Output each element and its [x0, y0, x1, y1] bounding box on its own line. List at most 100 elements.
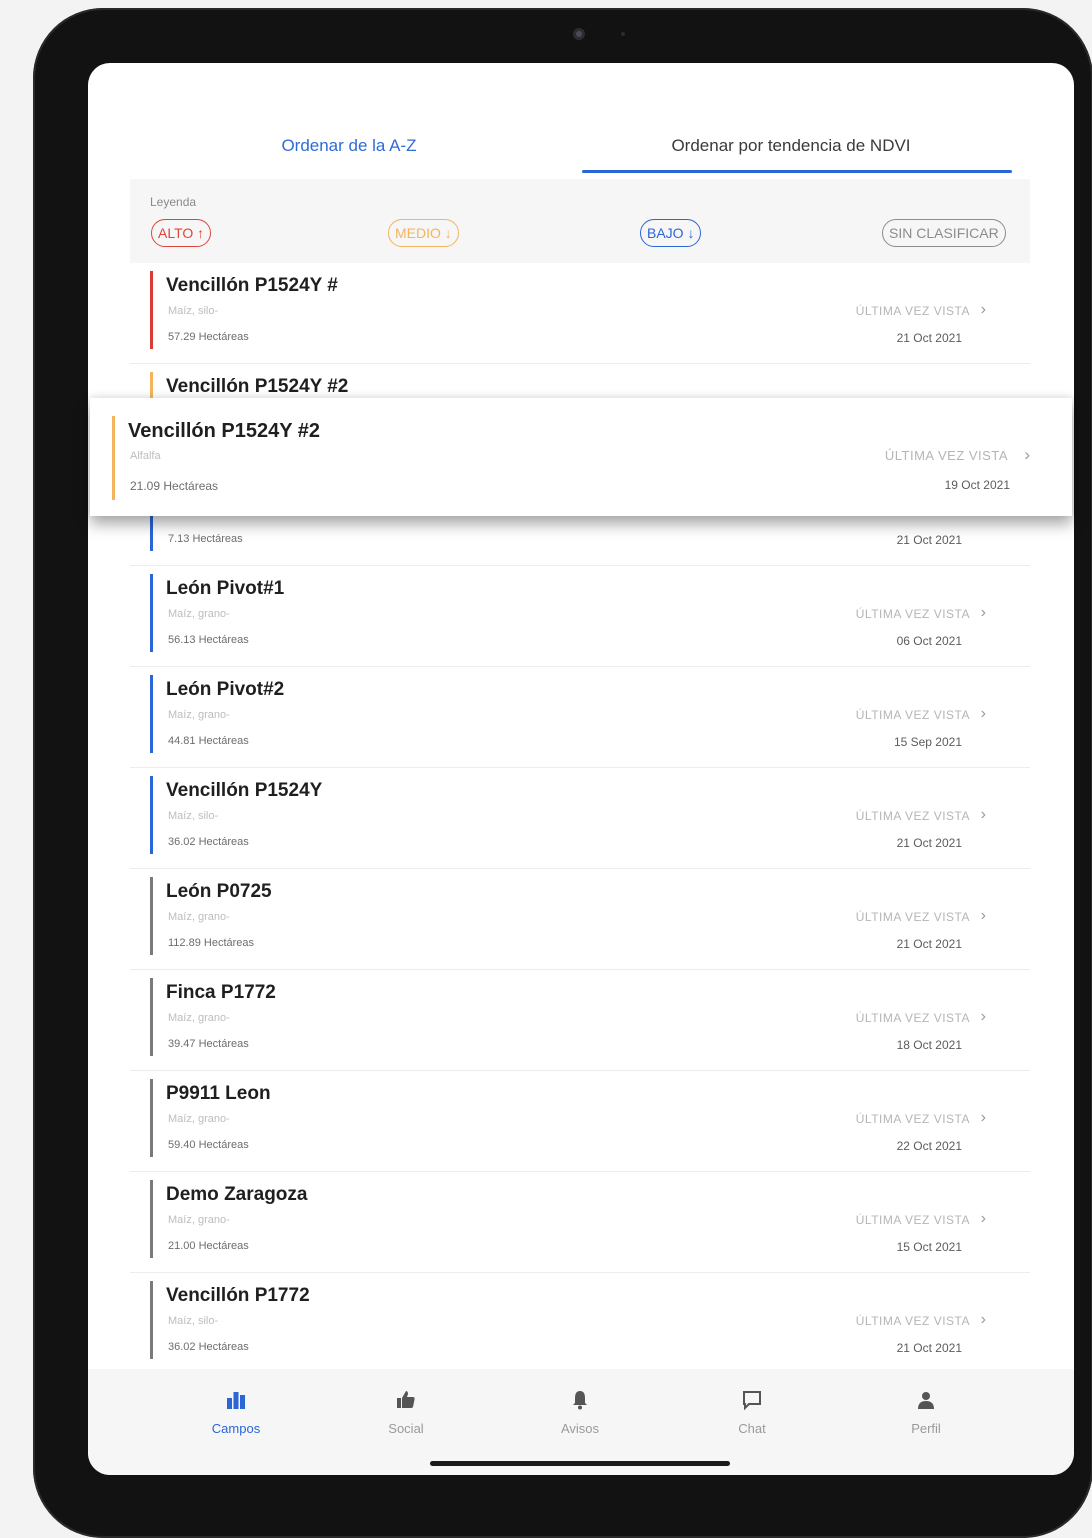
chat-icon: [692, 1389, 812, 1415]
field-name: Vencillón P1524Y: [166, 780, 323, 801]
chevron-right-icon: ›: [980, 806, 986, 823]
trend-indicator-bar: [150, 1281, 153, 1359]
chevron-right-icon: ›: [980, 1311, 986, 1328]
field-crop: Maíz, grano-: [168, 608, 230, 620]
trend-indicator-bar: [150, 1079, 153, 1157]
field-row[interactable]: Vencillón P1772 Maíz, silo- 36.02 Hectárea…: [130, 1273, 1030, 1374]
bell-icon: [520, 1389, 640, 1415]
thumbs-up-icon: [346, 1389, 466, 1415]
sort-tabs: Ordenar de la A-Z Ordenar por tendencia …: [128, 127, 1012, 173]
dragged-field-row[interactable]: Vencillón P1524Y #2 Alfalfa 21.09 Hectár…: [90, 398, 1072, 516]
last-seen-date: 21 Oct 2021: [896, 937, 962, 951]
field-row[interactable]: Finca P1772 Maíz, grano- 39.47 Hectáreas ÚL…: [130, 970, 1030, 1071]
field-row[interactable]: P9911 Leon Maíz, grano- 59.40 Hectáreas ÚLT…: [130, 1071, 1030, 1172]
chevron-right-icon: ›: [980, 705, 986, 722]
last-seen-label: ÚLTIMA VEZ VISTA: [855, 809, 970, 823]
person-icon: [866, 1389, 986, 1415]
field-crop: Maíz, silo-: [168, 810, 219, 822]
tab-label: Chat: [738, 1421, 766, 1436]
field-area: 57.29 Hectáreas: [168, 331, 249, 343]
tab-perfil[interactable]: Perfil: [866, 1389, 986, 1436]
tab-label: Perfil: [911, 1421, 941, 1436]
last-seen-date: 21 Oct 2021: [896, 533, 962, 547]
last-seen-date: 15 Sep 2021: [893, 735, 962, 749]
field-area: 44.81 Hectáreas: [168, 735, 249, 747]
field-crop: Alfalfa: [130, 450, 161, 462]
field-row[interactable]: León P0725 Maíz, grano- 112.89 Hectáreas ÚL…: [130, 869, 1030, 970]
trend-indicator-bar: [150, 574, 153, 652]
trend-indicator-bar: [150, 776, 153, 854]
chevron-right-icon: ›: [980, 1008, 986, 1025]
last-seen-date: 06 Oct 2021: [896, 634, 962, 648]
field-name: León Pivot#2: [166, 679, 285, 700]
tab-label: Campos: [211, 1421, 261, 1436]
legend-panel: Leyenda ALTO ↑ MEDIO ↓ BAJO ↓ SIN CLASIF…: [130, 179, 1030, 263]
field-area: 39.47 Hectáreas: [168, 1038, 249, 1050]
last-seen-label: ÚLTIMA VEZ VISTA: [855, 910, 970, 924]
trend-indicator-bar: [150, 877, 153, 955]
field-row[interactable]: Vencillón P1524Y # Maíz, silo- 57.29 Hectá…: [130, 263, 1030, 364]
chevron-right-icon: ›: [1024, 445, 1030, 464]
last-seen-label: ÚLTIMA VEZ VISTA: [855, 1213, 970, 1227]
field-crop: Maíz, grano-: [168, 1214, 230, 1226]
bottom-tab-bar: Campos Social Avisos Chat Perfil: [88, 1369, 1074, 1475]
chevron-right-icon: ›: [980, 1210, 986, 1227]
fields-icon: [176, 1389, 296, 1415]
legend-pill-bajo: BAJO ↓: [640, 219, 702, 247]
field-name: Finca P1772: [166, 982, 276, 1003]
field-area: 36.02 Hectáreas: [168, 1341, 249, 1353]
field-crop: Maíz, grano-: [168, 1113, 230, 1125]
legend-pill-medio: MEDIO ↓: [388, 219, 459, 247]
field-name: León Pivot#1: [166, 578, 285, 599]
chevron-right-icon: ›: [980, 301, 986, 318]
field-crop: Maíz, grano-: [168, 911, 230, 923]
field-crop: Maíz, silo-: [168, 1315, 219, 1327]
field-row[interactable]: León Pivot#1 Maíz, grano- 56.13 Hectáreas Ú…: [130, 566, 1030, 667]
tab-social[interactable]: Social: [346, 1389, 466, 1436]
field-name: Vencillón P1524Y #2: [166, 376, 349, 397]
tab-chat[interactable]: Chat: [692, 1389, 812, 1436]
chevron-right-icon: ›: [980, 907, 986, 924]
trend-indicator-bar: [112, 416, 115, 500]
last-seen-date: 15 Oct 2021: [896, 1240, 962, 1254]
trend-indicator-bar: [150, 271, 153, 349]
field-row[interactable]: Vencillón P1524Y Maíz, silo- 36.02 Hectáre…: [130, 768, 1030, 869]
field-row[interactable]: León Pivot#2 Maíz, grano- 44.81 Hectáreas Ú…: [130, 667, 1030, 768]
field-area: 21.09 Hectáreas: [130, 479, 219, 493]
field-crop: Maíz, grano-: [168, 1012, 230, 1024]
field-crop: Maíz, grano-: [168, 709, 230, 721]
field-area: 36.02 Hectáreas: [168, 836, 249, 848]
trend-indicator-bar: [150, 675, 153, 753]
tab-label: Social: [388, 1421, 424, 1436]
field-area: 21.00 Hectáreas: [168, 1240, 249, 1252]
field-name: Demo Zaragoza: [166, 1184, 308, 1205]
chevron-right-icon: ›: [980, 604, 986, 621]
last-seen-date: 21 Oct 2021: [896, 1341, 962, 1355]
last-seen-label: ÚLTIMA VEZ VISTA: [855, 1011, 970, 1025]
chevron-right-icon: ›: [980, 1109, 986, 1126]
field-area: 7.13 Hectáreas: [168, 533, 243, 545]
field-crop: Maíz, silo-: [168, 305, 219, 317]
last-seen-label: ÚLTIMA VEZ VISTA: [855, 1314, 970, 1328]
last-seen-label: ÚLTIMA VEZ VISTA: [855, 607, 970, 621]
legend-title: Leyenda: [150, 195, 197, 209]
field-area: 112.89 Hectáreas: [168, 937, 255, 949]
field-name: Vencillón P1524Y #2: [128, 420, 320, 442]
last-seen-date: 18 Oct 2021: [896, 1038, 962, 1052]
tab-sort-az[interactable]: Ordenar de la A-Z: [128, 127, 570, 173]
field-row[interactable]: Demo Zaragoza Maíz, grano- 21.00 Hectáreas…: [130, 1172, 1030, 1273]
field-name: Vencillón P1524Y #: [166, 275, 338, 296]
field-name: Vencillón P1772: [166, 1285, 310, 1306]
last-seen-label: ÚLTIMA VEZ VISTA: [884, 448, 1008, 463]
tab-avisos[interactable]: Avisos: [520, 1389, 640, 1436]
tab-label: Avisos: [560, 1421, 600, 1436]
last-seen-date: 19 Oct 2021: [944, 478, 1010, 492]
field-area: 56.13 Hectáreas: [168, 634, 249, 646]
app-screen: Ordenar de la A-Z Ordenar por tendencia …: [88, 63, 1074, 1475]
tab-sort-ndvi[interactable]: Ordenar por tendencia de NDVI: [570, 127, 1012, 173]
last-seen-label: ÚLTIMA VEZ VISTA: [855, 1112, 970, 1126]
home-indicator: [430, 1461, 730, 1466]
sensor-dot: [621, 32, 625, 36]
tab-campos[interactable]: Campos: [176, 1389, 296, 1436]
legend-pill-alto: ALTO ↑: [151, 219, 212, 247]
